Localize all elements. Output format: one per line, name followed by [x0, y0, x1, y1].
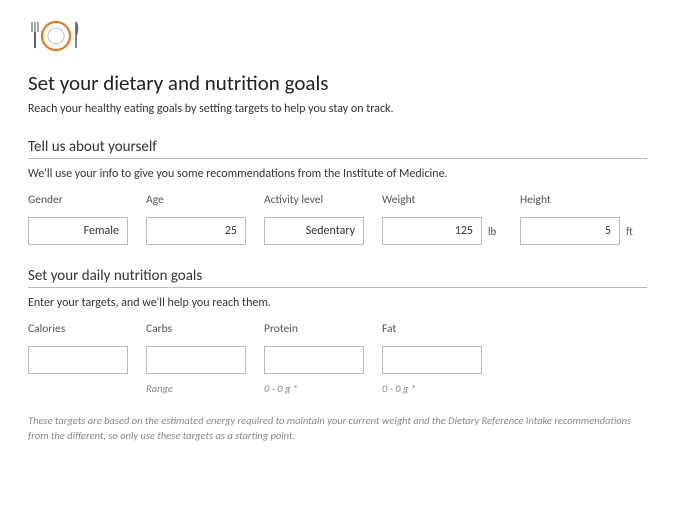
label-age: Age	[146, 193, 246, 207]
label-weight: Weight	[382, 193, 502, 207]
hint-fat: 0 - 0 g *	[382, 382, 482, 394]
label-activity: Activity level	[264, 193, 364, 207]
field-fat: Fat 0 - 0 g *	[382, 322, 482, 394]
plate-icon	[28, 18, 647, 54]
field-weight: Weight lb	[382, 193, 502, 245]
label-gender: Gender	[28, 193, 128, 207]
about-row: Gender Age Activity level Weight lb Heig…	[28, 193, 647, 245]
section-goals-title: Set your daily nutrition goals	[28, 267, 647, 288]
input-weight[interactable]	[382, 217, 482, 245]
input-carbs[interactable]	[146, 346, 246, 374]
hint-carbs: Range	[146, 382, 246, 394]
section-about-sub: We'll use your info to give you some rec…	[28, 167, 647, 181]
input-age[interactable]	[146, 217, 246, 245]
section-goals-sub: Enter your targets, and we'll help you r…	[28, 296, 647, 310]
goals-row: Calories Carbs Range Protein 0 - 0 g * F…	[28, 322, 647, 394]
field-gender: Gender	[28, 193, 128, 245]
label-height: Height	[520, 193, 640, 207]
hint-protein: 0 - 0 g *	[264, 382, 364, 394]
field-calories: Calories	[28, 322, 128, 394]
field-age: Age	[146, 193, 246, 245]
unit-weight: lb	[488, 225, 502, 238]
input-calories[interactable]	[28, 346, 128, 374]
field-height: Height ft	[520, 193, 640, 245]
field-activity: Activity level	[264, 193, 364, 245]
input-activity[interactable]	[264, 217, 364, 245]
hint-calories	[28, 382, 128, 394]
input-height[interactable]	[520, 217, 620, 245]
page-title: Set your dietary and nutrition goals	[28, 70, 647, 96]
input-gender[interactable]	[28, 217, 128, 245]
field-protein: Protein 0 - 0 g *	[264, 322, 364, 394]
label-protein: Protein	[264, 322, 364, 336]
label-fat: Fat	[382, 322, 482, 336]
label-calories: Calories	[28, 322, 128, 336]
input-fat[interactable]	[382, 346, 482, 374]
footnote: These targets are based on the estimated…	[28, 414, 647, 443]
unit-height: ft	[626, 225, 640, 238]
field-carbs: Carbs Range	[146, 322, 246, 394]
input-protein[interactable]	[264, 346, 364, 374]
label-carbs: Carbs	[146, 322, 246, 336]
page-lead: Reach your healthy eating goals by setti…	[28, 102, 647, 116]
section-about-title: Tell us about yourself	[28, 138, 647, 159]
